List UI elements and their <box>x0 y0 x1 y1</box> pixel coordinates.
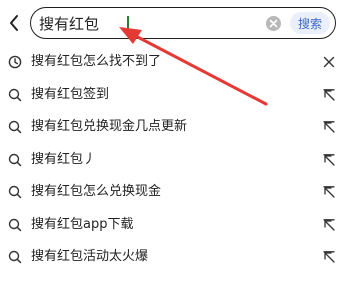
arrow-up-left-icon[interactable] <box>322 185 336 199</box>
suggestion-text: 搜有红包签到 <box>31 86 110 102</box>
search-input[interactable] <box>39 11 179 35</box>
history-clock-icon <box>8 55 22 69</box>
suggestion-item[interactable]: 搜有红包兑换现金几点更新 <box>0 111 350 144</box>
suggestion-text: 搜有红包兑换现金几点更新 <box>31 119 188 134</box>
arrow-up-left-icon[interactable] <box>322 250 336 264</box>
search-icon <box>8 120 22 134</box>
arrow-up-left-icon[interactable] <box>322 218 336 232</box>
search-icon <box>8 185 22 199</box>
suggestion-item[interactable]: 搜有红包活动太火爆 <box>0 241 350 274</box>
suggestion-item[interactable]: 搜有红包app下载 <box>0 209 350 242</box>
close-icon[interactable] <box>322 55 336 69</box>
search-icon <box>8 218 22 231</box>
chevron-left-icon <box>10 15 18 31</box>
suggestion-text: 搜有红包活动太火爆 <box>31 249 149 264</box>
arrow-up-left-icon[interactable] <box>322 88 336 102</box>
suggestion-text: 搜有红包app下载 <box>31 216 134 232</box>
text-caret <box>127 16 129 34</box>
clear-icon <box>269 19 278 28</box>
search-icon <box>8 153 22 166</box>
search-icon <box>8 250 22 264</box>
suggestion-text: 搜有红包怎么找不到了 <box>31 54 162 69</box>
suggestion-item[interactable]: 搜有红包丿 <box>0 144 350 177</box>
suggestion-item[interactable]: 搜有红包签到 <box>0 79 350 112</box>
search-button[interactable]: 搜索 <box>290 12 330 34</box>
search-box[interactable]: 搜索 <box>30 7 336 39</box>
back-button[interactable] <box>4 10 24 36</box>
suggestion-item[interactable]: 搜有红包怎么兑换现金 <box>0 176 350 209</box>
arrow-up-left-icon[interactable] <box>322 153 336 167</box>
history-item[interactable]: 搜有红包怎么找不到了 <box>0 46 350 79</box>
suggestion-list: 搜有红包怎么找不到了 搜有红包签到 搜有红包兑换现金几点更新 搜有红包丿 搜有红… <box>0 46 350 274</box>
search-header: 搜索 <box>0 0 350 46</box>
arrow-up-left-icon[interactable] <box>322 120 336 134</box>
clear-button[interactable] <box>266 16 281 31</box>
suggestion-text: 搜有红包怎么兑换现金 <box>31 184 162 199</box>
search-icon <box>8 88 22 101</box>
suggestion-text: 搜有红包丿 <box>31 151 97 167</box>
